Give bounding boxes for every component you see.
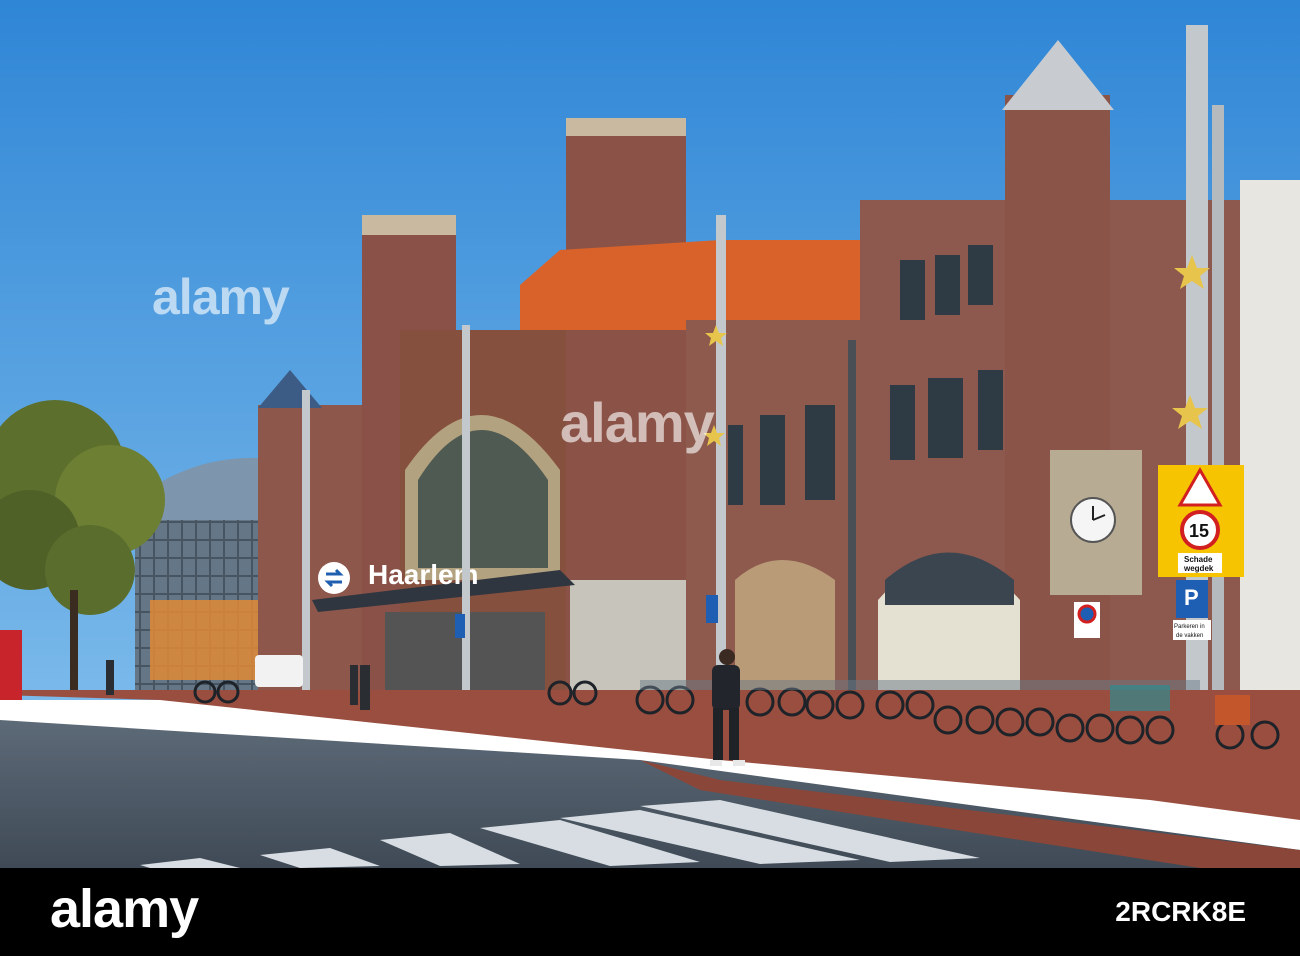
white-van xyxy=(255,655,303,687)
watermark-center: alamy xyxy=(560,391,715,454)
no-parking-sign-icon xyxy=(1074,602,1100,638)
parking-text-line2: de vakken xyxy=(1176,633,1203,639)
warning-sign: 15 Schade wegdek xyxy=(1158,465,1244,577)
footer-bar: alamy 2RCRK8E xyxy=(0,868,1300,956)
red-bus xyxy=(0,630,22,700)
station-name-sign: Haarlem xyxy=(368,559,479,590)
warning-text-line1: Schade xyxy=(1184,555,1213,564)
alamy-logo: alamy xyxy=(50,879,199,939)
warning-text-line2: wegdek xyxy=(1183,564,1214,573)
parking-sign-icon: P Parkeren in de vakken xyxy=(1173,580,1211,640)
speed-limit-number: 15 xyxy=(1189,521,1209,541)
image-id: 2RCRK8E xyxy=(1115,896,1246,927)
ns-logo-icon xyxy=(318,562,350,594)
watermark-top: alamy xyxy=(152,269,290,325)
parking-symbol: P xyxy=(1184,585,1199,610)
parking-text-line1: Parkeren in xyxy=(1174,624,1205,630)
